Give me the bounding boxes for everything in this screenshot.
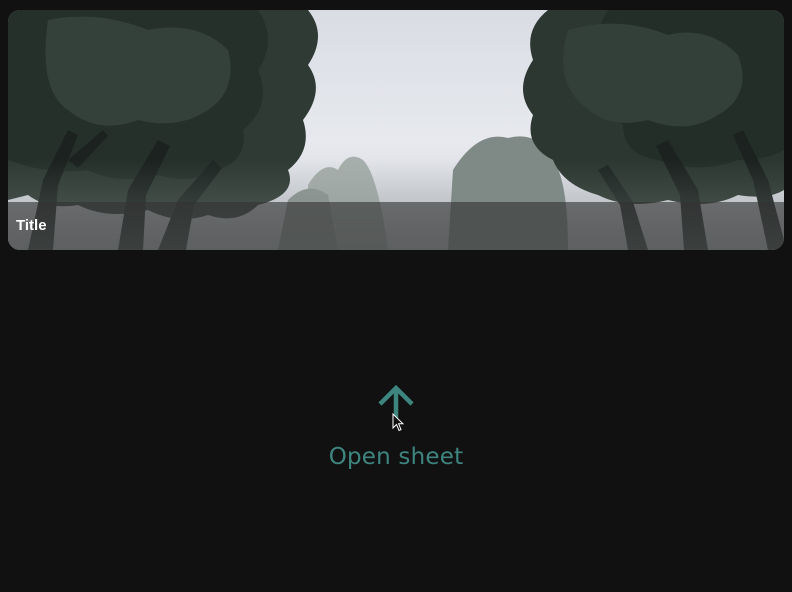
app-screen: Title Open sheet: [0, 0, 792, 592]
image-card[interactable]: Title: [8, 10, 784, 250]
card-title-bar: Title: [8, 202, 784, 250]
open-sheet-label: Open sheet: [328, 444, 464, 470]
card-title: Title: [16, 217, 47, 234]
mouse-pointer-icon: [392, 413, 404, 432]
